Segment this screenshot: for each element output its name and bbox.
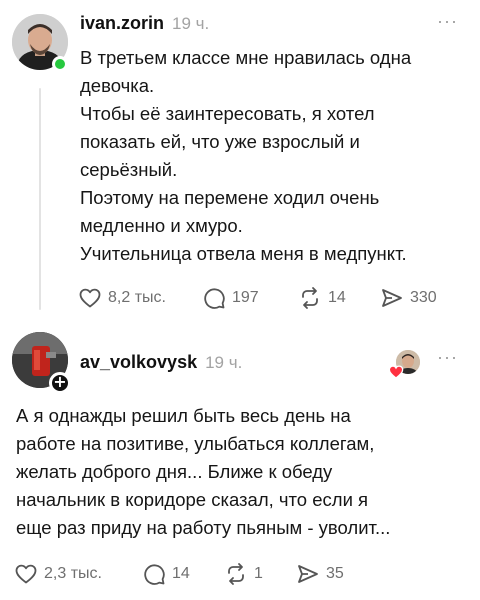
post-text-line: показать ей, что уже взрослый и <box>80 131 360 152</box>
share-count: 35 <box>326 565 344 582</box>
post-actions: 8,2 тыс. 197 14 330 <box>78 286 437 310</box>
repost-button[interactable]: 1 <box>224 562 296 586</box>
repost-button[interactable]: 14 <box>298 286 380 310</box>
share-button[interactable]: 330 <box>380 286 437 310</box>
post: + av_volkovysk 19 ч. ··· А я однажды реш… <box>0 322 480 600</box>
follow-plus-icon[interactable]: + <box>49 372 71 394</box>
post-text-line: начальник в коридоре сказал, что если я <box>16 489 369 510</box>
username[interactable]: av_volkovysk <box>80 352 197 373</box>
send-icon <box>298 565 318 583</box>
post-header: ivan.zorin 19 ч. <box>80 13 209 34</box>
post-actions: 2,3 тыс. 14 1 35 <box>14 562 344 586</box>
comment-button[interactable]: 197 <box>202 286 298 310</box>
post-text-line: еще раз приду на работу пьяным - уволит.… <box>16 517 391 538</box>
post-header: av_volkovysk 19 ч. <box>80 352 242 373</box>
more-options-icon[interactable]: ··· <box>437 12 458 30</box>
post-text-line: медленно и хмуро. <box>80 215 243 236</box>
repost-count: 14 <box>328 289 346 306</box>
repost-icon <box>228 563 244 585</box>
like-count: 2,3 тыс. <box>44 565 102 582</box>
share-count: 330 <box>410 289 437 306</box>
like-count: 8,2 тыс. <box>108 289 166 306</box>
comment-icon <box>204 288 225 309</box>
heart-icon <box>79 288 101 308</box>
post-text-line: Поэтому на перемене ходил очень <box>80 187 380 208</box>
like-button[interactable]: 2,3 тыс. <box>14 562 142 586</box>
comment-count: 14 <box>172 565 190 582</box>
post-text-line: серьёзный. <box>80 159 178 180</box>
post: ivan.zorin 19 ч. ··· В третьем классе мн… <box>0 0 480 322</box>
post-text: В третьем классе мне нравилась одна дево… <box>80 44 465 268</box>
repost-icon <box>302 287 318 309</box>
online-status-dot <box>52 56 68 72</box>
post-text-line: работе на позитиве, улыбаться коллегам, <box>16 433 375 454</box>
send-icon <box>382 289 402 307</box>
username[interactable]: ivan.zorin <box>80 13 164 34</box>
post-text-line: В третьем классе мне нравилась одна <box>80 47 412 68</box>
comment-button[interactable]: 14 <box>142 562 224 586</box>
repost-count: 1 <box>254 565 263 582</box>
share-button[interactable]: 35 <box>296 562 344 586</box>
timestamp: 19 ч. <box>205 353 243 372</box>
post-text-line: желать доброго дня... Ближе к обеду <box>16 461 333 482</box>
more-options-icon[interactable]: ··· <box>437 348 458 366</box>
heart-reaction-icon <box>388 365 404 379</box>
post-text-line: А я однажды решил быть весь день на <box>16 405 351 426</box>
post-text-line: Учительница отвела меня в медпункт. <box>80 243 407 264</box>
comment-icon <box>144 564 165 585</box>
post-text: А я однажды решил быть весь день на рабо… <box>16 402 466 542</box>
comment-count: 197 <box>232 289 259 306</box>
post-text-line: девочка. <box>80 75 155 96</box>
timestamp: 19 ч. <box>172 14 210 33</box>
like-button[interactable]: 8,2 тыс. <box>78 286 202 310</box>
post-text-line: Чтобы её заинтересовать, я хотел <box>80 103 375 124</box>
thread-line <box>39 88 41 310</box>
heart-icon <box>15 564 37 584</box>
